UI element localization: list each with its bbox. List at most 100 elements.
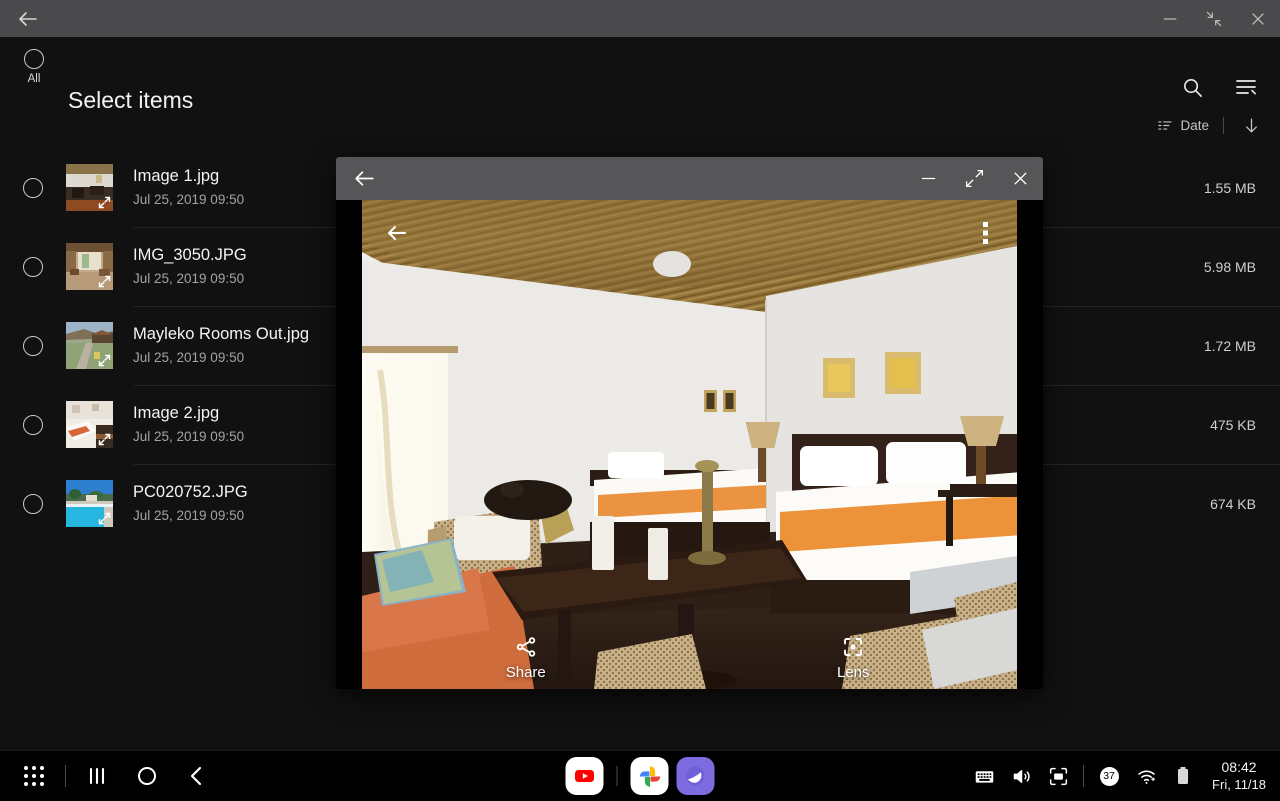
viewer-window-back-button[interactable]	[336, 157, 392, 200]
battery-percent-label: 37	[1100, 767, 1119, 786]
back-button[interactable]	[173, 751, 221, 801]
close-icon	[1248, 9, 1268, 29]
sort-label: Date	[1180, 118, 1209, 133]
restore-icon	[1204, 9, 1224, 29]
file-thumbnail	[66, 243, 113, 290]
share-button[interactable]: Share	[362, 635, 690, 681]
sort-by-button[interactable]: Date	[1156, 117, 1209, 134]
wifi-icon	[1136, 766, 1157, 787]
list-menu-button[interactable]	[1226, 67, 1266, 107]
taskbar-nav	[10, 751, 221, 801]
clock[interactable]: 08:42 Fri, 11/18	[1212, 759, 1266, 793]
sort-divider	[1223, 117, 1224, 134]
sort-icon	[1156, 117, 1173, 134]
tray-divider	[1083, 765, 1084, 787]
volume-icon	[1011, 766, 1032, 787]
battery-percent-badge[interactable]: 37	[1092, 751, 1126, 801]
home-button[interactable]	[123, 751, 171, 801]
battery-button[interactable]	[1166, 751, 1200, 801]
taskbar: 37 08:42 Fri, 11/18	[0, 750, 1280, 800]
screen-capture-icon	[1048, 766, 1069, 787]
file-size: 1.72 MB	[1204, 338, 1280, 354]
file-thumbnail	[66, 480, 113, 527]
close-icon	[1010, 168, 1031, 189]
window-minimize-button[interactable]	[1148, 0, 1192, 37]
sort-bar: Date	[1156, 112, 1264, 138]
taskbar-divider	[617, 766, 618, 786]
maximize-icon	[964, 168, 985, 189]
row-select-radio[interactable]	[0, 415, 66, 435]
taskbar-divider	[65, 765, 66, 787]
system-tray: 37 08:42 Fri, 11/18	[967, 751, 1272, 801]
volume-button[interactable]	[1004, 751, 1038, 801]
keyboard-icon	[974, 766, 995, 787]
expand-icon[interactable]	[97, 274, 112, 289]
apps-button[interactable]	[10, 751, 58, 801]
hotel-room-photo	[362, 200, 1017, 689]
photo-more-options-button[interactable]	[971, 216, 999, 250]
lens-label: Lens	[837, 664, 870, 681]
samsung-internet-icon	[683, 763, 709, 789]
viewer-body: Share Lens	[336, 200, 1043, 689]
photo-viewer-window: Share Lens	[336, 157, 1043, 689]
viewer-titlebar	[336, 157, 1043, 200]
file-size: 674 KB	[1210, 496, 1280, 512]
sort-direction-button[interactable]	[1238, 112, 1264, 138]
recents-icon	[86, 765, 108, 787]
select-all-label: All	[28, 73, 41, 85]
expand-icon[interactable]	[97, 353, 112, 368]
row-select-radio[interactable]	[0, 336, 66, 356]
taskbar-pinned-apps	[566, 751, 715, 801]
samsung-internet-app-button[interactable]	[677, 757, 715, 795]
share-icon	[514, 635, 538, 659]
window-restore-button[interactable]	[1192, 0, 1236, 37]
window-close-button[interactable]	[1236, 0, 1280, 37]
photo-action-bar: Share Lens	[362, 635, 1017, 681]
google-photos-icon	[637, 764, 662, 789]
keyboard-button[interactable]	[967, 751, 1001, 801]
photo-image[interactable]: Share Lens	[362, 200, 1017, 689]
apps-grid-icon	[23, 765, 45, 787]
home-circle-icon	[136, 765, 158, 787]
list-menu-icon	[1234, 75, 1258, 99]
window-titlebar	[0, 0, 1280, 37]
viewer-close-button[interactable]	[997, 157, 1043, 200]
search-icon	[1181, 76, 1204, 99]
youtube-icon	[573, 764, 597, 788]
row-select-radio[interactable]	[0, 178, 66, 198]
lens-button[interactable]: Lens	[690, 635, 1018, 681]
photo-back-button[interactable]	[380, 216, 414, 250]
row-select-radio[interactable]	[0, 494, 66, 514]
file-size: 1.55 MB	[1204, 180, 1280, 196]
share-label: Share	[506, 664, 546, 681]
back-arrow-icon	[16, 7, 40, 31]
select-all-toggle[interactable]: All	[20, 49, 48, 85]
row-select-radio[interactable]	[0, 257, 66, 277]
recents-button[interactable]	[73, 751, 121, 801]
page-title: Select items	[68, 87, 193, 114]
clock-date: Fri, 11/18	[1212, 776, 1266, 793]
viewer-maximize-button[interactable]	[951, 157, 997, 200]
arrow-down-icon	[1242, 116, 1261, 135]
window-back-button[interactable]	[0, 0, 56, 37]
search-button[interactable]	[1172, 67, 1212, 107]
file-size: 5.98 MB	[1204, 259, 1280, 275]
expand-icon[interactable]	[97, 432, 112, 447]
header-actions	[1172, 67, 1266, 107]
more-vertical-icon	[983, 222, 988, 244]
expand-icon[interactable]	[97, 511, 112, 526]
lens-icon	[841, 635, 865, 659]
expand-icon[interactable]	[97, 195, 112, 210]
app-header: All Select items	[0, 37, 1280, 100]
youtube-app-button[interactable]	[566, 757, 604, 795]
viewer-minimize-button[interactable]	[905, 157, 951, 200]
file-thumbnail	[66, 401, 113, 448]
file-size: 475 KB	[1210, 417, 1280, 433]
screen-capture-button[interactable]	[1041, 751, 1075, 801]
google-photos-app-button[interactable]	[631, 757, 669, 795]
back-arrow-icon	[385, 221, 409, 245]
back-chevron-icon	[186, 765, 208, 787]
clock-time: 08:42	[1212, 759, 1266, 776]
wifi-button[interactable]	[1129, 751, 1163, 801]
file-thumbnail	[66, 164, 113, 211]
